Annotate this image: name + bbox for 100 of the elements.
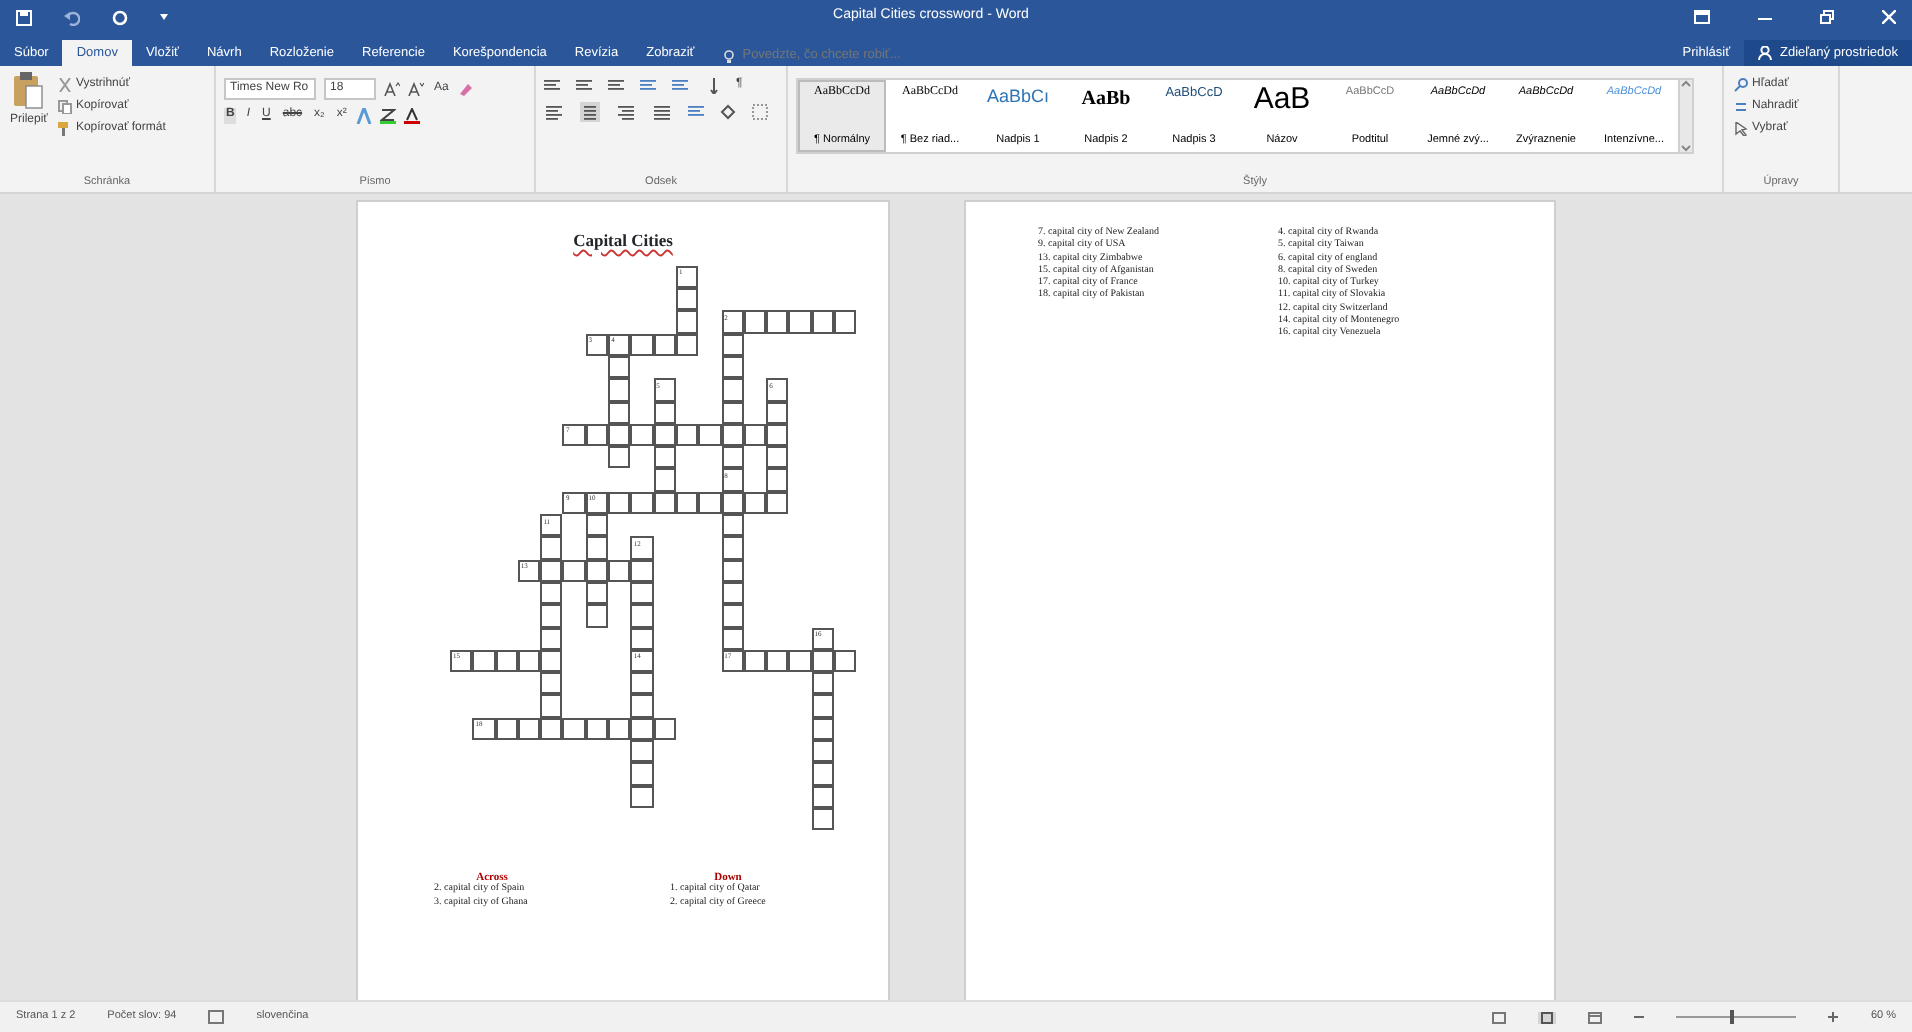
bullet-list-icon[interactable]: [544, 78, 560, 94]
crossword-cell[interactable]: [630, 627, 654, 650]
crossword-cell[interactable]: [608, 355, 631, 379]
crossword-cell[interactable]: [721, 401, 744, 424]
customize-caret-icon[interactable]: [160, 14, 168, 20]
crossword-cell[interactable]: [721, 581, 744, 605]
close-icon[interactable]: [1882, 10, 1896, 24]
crossword-cell[interactable]: [675, 310, 699, 334]
crossword-cell[interactable]: [608, 423, 631, 447]
crossword-cell[interactable]: [811, 672, 835, 695]
crossword-cell[interactable]: [630, 423, 654, 447]
crossword-cell[interactable]: [540, 672, 563, 695]
crossword-cell[interactable]: [630, 581, 654, 605]
crossword-cell[interactable]: [562, 559, 586, 582]
zoom-slider-thumb[interactable]: [1730, 1010, 1735, 1024]
crossword-cell[interactable]: [562, 717, 586, 740]
crossword-cell[interactable]: [721, 446, 744, 469]
crossword-cell[interactable]: [811, 807, 835, 831]
crossword-cell[interactable]: [630, 491, 654, 515]
crossword-cell[interactable]: [834, 310, 857, 334]
crossword-cell[interactable]: [540, 627, 563, 650]
crossword-cell[interactable]: [766, 401, 789, 424]
crossword-cell[interactable]: [721, 559, 744, 582]
crossword-cell[interactable]: [540, 581, 563, 605]
borders-icon[interactable]: [752, 104, 768, 120]
crossword-cell[interactable]: [766, 446, 789, 469]
crossword-cell[interactable]: [698, 423, 722, 447]
crossword-cell[interactable]: [630, 785, 654, 808]
sort-icon[interactable]: [704, 78, 718, 94]
crossword-cell[interactable]: [585, 514, 609, 537]
crossword-cell[interactable]: [630, 559, 654, 582]
numbered-list-icon[interactable]: [576, 78, 592, 94]
crossword-cell[interactable]: [811, 785, 835, 808]
crossword-cell[interactable]: [811, 739, 835, 763]
crossword-cell[interactable]: [834, 649, 857, 673]
crossword-cell[interactable]: [766, 649, 789, 673]
crossword-cell[interactable]: [811, 717, 835, 740]
crossword-cell[interactable]: [721, 604, 744, 627]
text-effects-icon[interactable]: [356, 108, 373, 124]
crossword-cell[interactable]: [630, 739, 654, 763]
crossword-cell[interactable]: [540, 604, 563, 627]
crossword-cell[interactable]: [653, 468, 676, 492]
shrink-font-icon[interactable]: [408, 82, 424, 96]
crossword-cell[interactable]: [675, 423, 699, 447]
crossword-cell[interactable]: [630, 762, 654, 786]
crossword-cell[interactable]: [630, 717, 654, 740]
crossword-cell[interactable]: [540, 717, 563, 740]
crossword-cell[interactable]: [653, 446, 676, 469]
crossword-cell[interactable]: [811, 310, 835, 334]
proofing-icon[interactable]: [208, 1010, 225, 1024]
crossword-cell[interactable]: [495, 649, 518, 673]
crossword-cell[interactable]: [630, 604, 654, 627]
decrease-indent-icon[interactable]: [640, 78, 656, 94]
crossword-cell[interactable]: [721, 627, 744, 650]
gallery-scrollbar[interactable]: [1678, 80, 1692, 152]
crossword-cell[interactable]: [721, 514, 744, 537]
crossword-cell[interactable]: [472, 649, 496, 673]
crossword-cell[interactable]: [675, 288, 699, 311]
crossword-cell[interactable]: [517, 717, 541, 740]
shading-icon[interactable]: [720, 104, 736, 120]
crossword-cell[interactable]: [743, 310, 767, 334]
crossword-cell[interactable]: [766, 468, 789, 492]
ribbon-options-icon[interactable]: [1694, 10, 1710, 24]
crossword-cell[interactable]: [630, 333, 654, 356]
crossword-cell[interactable]: [743, 649, 767, 673]
print-layout-button[interactable]: [1538, 1011, 1557, 1023]
crossword-cell[interactable]: [540, 536, 563, 560]
zoom-in-icon[interactable]: [1828, 1012, 1839, 1022]
lightbulb-icon[interactable]: [724, 49, 735, 64]
crossword-cell[interactable]: [608, 378, 631, 402]
crossword-cell[interactable]: [540, 694, 563, 718]
crossword-cell[interactable]: [585, 423, 609, 447]
crossword-cell[interactable]: [585, 581, 609, 605]
crossword-cell[interactable]: [721, 378, 744, 402]
font-color-icon[interactable]: [404, 108, 421, 124]
crossword-cell[interactable]: [721, 536, 744, 560]
crossword-cell[interactable]: [608, 491, 631, 515]
crossword-cell[interactable]: [766, 310, 789, 334]
scroll-up-icon[interactable]: [1680, 80, 1692, 88]
more-styles-icon[interactable]: [1680, 144, 1692, 152]
multilevel-list-icon[interactable]: [608, 78, 624, 94]
read-mode-icon[interactable]: [1492, 1011, 1507, 1023]
crossword-cell[interactable]: [540, 559, 563, 582]
crossword-cell[interactable]: [788, 310, 812, 334]
grow-font-icon[interactable]: [384, 82, 400, 96]
crossword-cell[interactable]: [653, 717, 676, 740]
crossword-cell[interactable]: [585, 717, 609, 740]
crossword-cell[interactable]: [608, 446, 631, 469]
undo-icon[interactable]: [64, 9, 80, 25]
crossword-cell[interactable]: [766, 491, 789, 515]
crossword-cell[interactable]: [721, 333, 744, 356]
crossword-cell[interactable]: [698, 491, 722, 515]
crossword-cell[interactable]: [788, 649, 812, 673]
crossword-cell[interactable]: [653, 333, 676, 356]
crossword-cell[interactable]: [653, 401, 676, 424]
crossword-cell[interactable]: [540, 649, 563, 673]
crossword-cell[interactable]: [517, 649, 541, 673]
crossword-cell[interactable]: [811, 694, 835, 718]
crossword-cell[interactable]: [585, 536, 609, 560]
crossword-cell[interactable]: [495, 717, 518, 740]
